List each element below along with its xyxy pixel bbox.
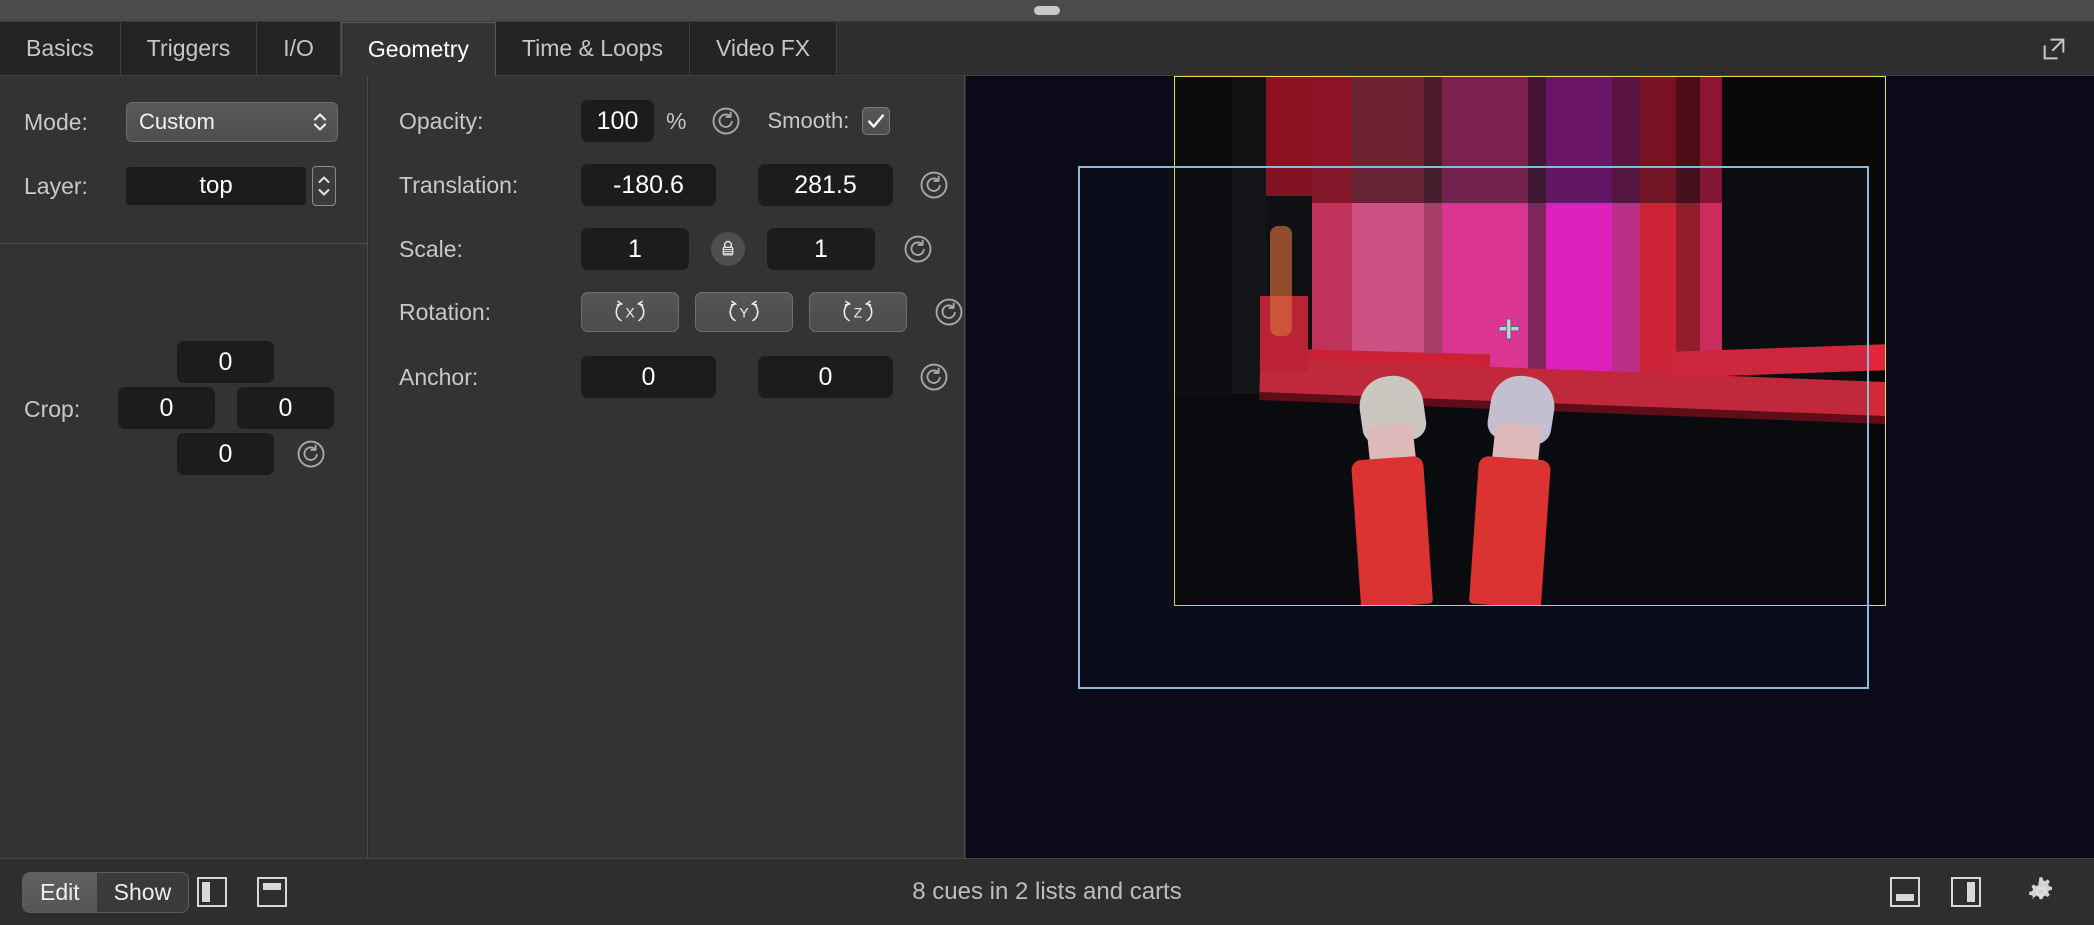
opacity-reset-button[interactable]: [711, 106, 741, 136]
tab-video-fx[interactable]: Video FX: [690, 22, 837, 76]
anchor-x-value: 0: [642, 363, 656, 392]
tab-label: Triggers: [147, 35, 231, 62]
smooth-checkbox[interactable]: [862, 107, 890, 135]
anchor-y-field[interactable]: 0: [758, 356, 893, 398]
opacity-row: Opacity: 100 % Smooth:: [399, 100, 890, 142]
lock-aspect-icon[interactable]: [711, 232, 745, 266]
translation-reset-button[interactable]: [919, 170, 949, 200]
panel-divider: [0, 243, 368, 244]
window-drag-handle[interactable]: [1034, 6, 1060, 15]
crop-reset-button[interactable]: [296, 439, 326, 469]
rotation-row: Rotation: X Y: [399, 292, 964, 332]
crop-left-field[interactable]: 0: [118, 387, 215, 429]
rotation-axis-z-glyph: Z: [854, 305, 863, 321]
toggle-right-sidebar-icon[interactable]: [1951, 877, 1981, 907]
video-stage-preview[interactable]: [966, 76, 2094, 858]
rotation-z-button[interactable]: Z: [809, 292, 907, 332]
toggle-bottom-panel-icon[interactable]: [1890, 877, 1920, 907]
crop-bottom-value: 0: [219, 440, 233, 469]
toggle-top-panel-icon[interactable]: [257, 877, 287, 907]
mode-value: Custom: [127, 109, 215, 135]
anchor-label: Anchor:: [399, 364, 581, 391]
tab-basics[interactable]: Basics: [0, 22, 121, 76]
inspector-tabbar: Basics Triggers I/O Geometry Time & Loop…: [0, 22, 2094, 76]
geometry-left-panel: Mode: Custom Layer: top Cr: [0, 76, 368, 858]
scale-reset-button[interactable]: [903, 234, 933, 264]
anchor-y-value: 0: [819, 363, 833, 392]
rotation-y-button[interactable]: Y: [695, 292, 793, 332]
rotation-x-button[interactable]: X: [581, 292, 679, 332]
tab-geometry[interactable]: Geometry: [341, 22, 496, 76]
tab-label: Basics: [26, 35, 94, 62]
tab-io[interactable]: I/O: [257, 22, 341, 76]
scale-x-field[interactable]: 1: [581, 228, 689, 270]
tab-triggers[interactable]: Triggers: [121, 22, 258, 76]
status-bar: Edit Show 8 cues in 2 lists and carts: [0, 858, 2094, 925]
scale-label: Scale:: [399, 236, 581, 263]
anchor-reset-button[interactable]: [919, 362, 949, 392]
translation-label: Translation:: [399, 172, 581, 199]
crop-right-value: 0: [279, 394, 293, 423]
translation-y-value: 281.5: [794, 171, 857, 200]
layer-row: Layer: top: [24, 166, 336, 206]
crop-left-value: 0: [160, 394, 174, 423]
opacity-field[interactable]: 100: [581, 100, 654, 142]
crop-right-field[interactable]: 0: [237, 387, 334, 429]
opacity-unit: %: [666, 108, 686, 135]
tab-time-and-loops[interactable]: Time & Loops: [496, 22, 690, 76]
edit-mode-button[interactable]: Edit: [23, 873, 97, 912]
tab-label: I/O: [283, 35, 314, 62]
opacity-label: Opacity:: [399, 108, 581, 135]
chevron-updown-icon: [312, 109, 328, 135]
edit-show-toggle[interactable]: Edit Show: [22, 872, 189, 913]
layer-label: Layer:: [24, 173, 126, 200]
layer-value: top: [199, 172, 232, 200]
scale-row: Scale: 1 1: [399, 228, 933, 270]
gear-icon[interactable]: [2024, 875, 2058, 909]
translation-y-field[interactable]: 281.5: [758, 164, 893, 206]
translation-x-field[interactable]: -180.6: [581, 164, 716, 206]
mode-label: Mode:: [24, 109, 126, 136]
video-frame: [1174, 76, 1886, 606]
mode-row: Mode: Custom: [24, 102, 338, 142]
geometry-fields-panel: Opacity: 100 % Smooth: Translation: -180…: [369, 76, 965, 858]
scale-y-value: 1: [814, 235, 828, 264]
tab-label: Video FX: [716, 35, 810, 62]
scale-x-value: 1: [628, 235, 642, 264]
translation-x-value: -180.6: [613, 171, 684, 200]
translation-row: Translation: -180.6 281.5: [399, 164, 949, 206]
status-text: 8 cues in 2 lists and carts: [912, 878, 1181, 906]
window-titlebar: [0, 0, 2094, 22]
app-window: Basics Triggers I/O Geometry Time & Loop…: [0, 0, 2094, 925]
rotation-axis-y-glyph: Y: [739, 305, 749, 321]
scale-y-field[interactable]: 1: [767, 228, 875, 270]
crop-bottom-field[interactable]: 0: [177, 433, 274, 475]
open-in-new-window-icon[interactable]: [2040, 35, 2068, 63]
anchor-row: Anchor: 0 0: [399, 356, 949, 398]
crop-top-field[interactable]: 0: [177, 341, 274, 383]
crop-label: Crop:: [24, 396, 80, 423]
mode-select[interactable]: Custom: [126, 102, 338, 142]
anchor-x-field[interactable]: 0: [581, 356, 716, 398]
smooth-label: Smooth:: [767, 108, 849, 134]
rotation-reset-button[interactable]: [934, 297, 964, 327]
crop-top-value: 0: [219, 348, 233, 377]
toggle-left-sidebar-icon[interactable]: [197, 877, 227, 907]
tab-label: Time & Loops: [522, 35, 663, 62]
show-mode-button[interactable]: Show: [97, 873, 189, 912]
layer-stepper[interactable]: [312, 166, 336, 206]
tabbar-filler: [837, 22, 2094, 76]
layer-field[interactable]: top: [126, 167, 306, 205]
rotation-label: Rotation:: [399, 299, 581, 326]
tab-label: Geometry: [368, 36, 469, 63]
rotation-axis-x-glyph: X: [625, 305, 635, 321]
opacity-value: 100: [597, 107, 639, 136]
